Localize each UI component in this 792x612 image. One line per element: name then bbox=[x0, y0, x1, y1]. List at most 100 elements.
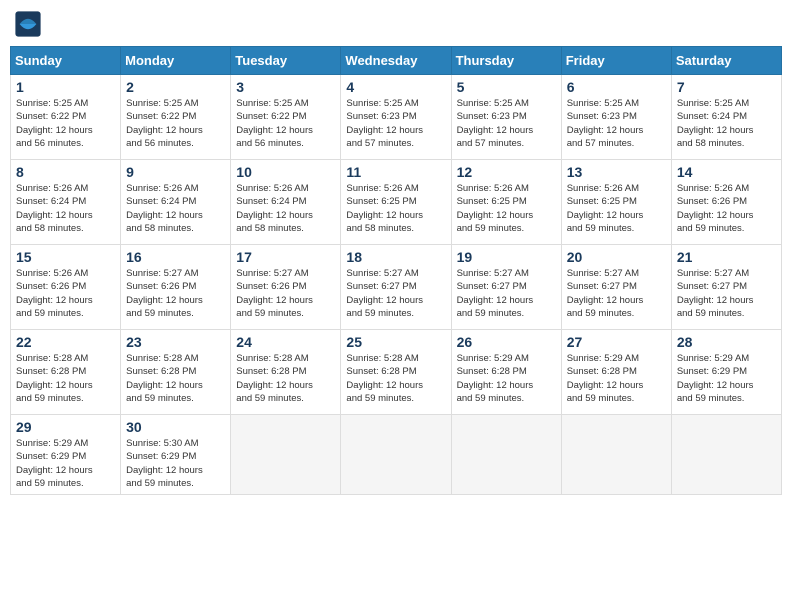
day-number: 27 bbox=[567, 334, 666, 350]
day-info: Sunrise: 5:26 AM Sunset: 6:24 PM Dayligh… bbox=[16, 182, 115, 235]
day-info: Sunrise: 5:29 AM Sunset: 6:28 PM Dayligh… bbox=[567, 352, 666, 405]
day-info: Sunrise: 5:26 AM Sunset: 6:25 PM Dayligh… bbox=[346, 182, 445, 235]
day-info: Sunrise: 5:26 AM Sunset: 6:26 PM Dayligh… bbox=[16, 267, 115, 320]
calendar-cell: 28 Sunrise: 5:29 AM Sunset: 6:29 PM Dayli… bbox=[671, 330, 781, 415]
calendar-cell: 2Sunrise: 5:25 AM Sunset: 6:22 PM Daylig… bbox=[121, 75, 231, 160]
calendar-cell: 19 Sunrise: 5:27 AM Sunset: 6:27 PM Dayli… bbox=[451, 245, 561, 330]
day-number: 17 bbox=[236, 249, 335, 265]
day-info: Sunrise: 5:28 AM Sunset: 6:28 PM Dayligh… bbox=[236, 352, 335, 405]
calendar-cell bbox=[671, 415, 781, 495]
page-header bbox=[10, 10, 782, 38]
day-number: 30 bbox=[126, 419, 225, 435]
calendar-cell: 16 Sunrise: 5:27 AM Sunset: 6:26 PM Dayli… bbox=[121, 245, 231, 330]
calendar-cell: 20Sunrise: 5:27 AM Sunset: 6:27 PM Dayli… bbox=[561, 245, 671, 330]
day-number: 12 bbox=[457, 164, 556, 180]
day-info: Sunrise: 5:25 AM Sunset: 6:23 PM Dayligh… bbox=[567, 97, 666, 150]
day-number: 15 bbox=[16, 249, 115, 265]
day-number: 23 bbox=[126, 334, 225, 350]
calendar-table: SundayMondayTuesdayWednesdayThursdayFrid… bbox=[10, 46, 782, 495]
calendar-cell: 17 Sunrise: 5:27 AM Sunset: 6:26 PM Dayli… bbox=[231, 245, 341, 330]
calendar-cell: 5 Sunrise: 5:25 AM Sunset: 6:23 PM Daylig… bbox=[451, 75, 561, 160]
calendar-cell: 11 Sunrise: 5:26 AM Sunset: 6:25 PM Dayli… bbox=[341, 160, 451, 245]
day-number: 10 bbox=[236, 164, 335, 180]
calendar-week-5: 29 Sunrise: 5:29 AM Sunset: 6:29 PM Dayli… bbox=[11, 415, 782, 495]
calendar-cell: 29 Sunrise: 5:29 AM Sunset: 6:29 PM Dayli… bbox=[11, 415, 121, 495]
logo-icon bbox=[14, 10, 42, 38]
calendar-cell: 24 Sunrise: 5:28 AM Sunset: 6:28 PM Dayli… bbox=[231, 330, 341, 415]
day-number: 29 bbox=[16, 419, 115, 435]
day-info: Sunrise: 5:28 AM Sunset: 6:28 PM Dayligh… bbox=[16, 352, 115, 405]
calendar-cell: 27 Sunrise: 5:29 AM Sunset: 6:28 PM Dayli… bbox=[561, 330, 671, 415]
calendar-cell: 30 Sunrise: 5:30 AM Sunset: 6:29 PM Dayli… bbox=[121, 415, 231, 495]
day-info: Sunrise: 5:29 AM Sunset: 6:29 PM Dayligh… bbox=[16, 437, 115, 490]
day-info: Sunrise: 5:28 AM Sunset: 6:28 PM Dayligh… bbox=[346, 352, 445, 405]
calendar-cell bbox=[341, 415, 451, 495]
day-info: Sunrise: 5:27 AM Sunset: 6:27 PM Dayligh… bbox=[677, 267, 776, 320]
calendar-week-4: 22 Sunrise: 5:28 AM Sunset: 6:28 PM Dayli… bbox=[11, 330, 782, 415]
day-info: Sunrise: 5:27 AM Sunset: 6:27 PM Dayligh… bbox=[346, 267, 445, 320]
day-number: 9 bbox=[126, 164, 225, 180]
day-info: Sunrise: 5:26 AM Sunset: 6:26 PM Dayligh… bbox=[677, 182, 776, 235]
calendar-cell: 1 Sunrise: 5:25 AM Sunset: 6:22 PM Daylig… bbox=[11, 75, 121, 160]
day-info: Sunrise: 5:26 AM Sunset: 6:25 PM Dayligh… bbox=[457, 182, 556, 235]
calendar-week-1: 1 Sunrise: 5:25 AM Sunset: 6:22 PM Daylig… bbox=[11, 75, 782, 160]
weekday-header-monday: Monday bbox=[121, 47, 231, 75]
calendar-cell: 15 Sunrise: 5:26 AM Sunset: 6:26 PM Dayli… bbox=[11, 245, 121, 330]
calendar-cell: 6 Sunrise: 5:25 AM Sunset: 6:23 PM Daylig… bbox=[561, 75, 671, 160]
day-info: Sunrise: 5:25 AM Sunset: 6:23 PM Dayligh… bbox=[457, 97, 556, 150]
day-info: Sunrise: 5:30 AM Sunset: 6:29 PM Dayligh… bbox=[126, 437, 225, 490]
day-number: 14 bbox=[677, 164, 776, 180]
calendar-cell: 14 Sunrise: 5:26 AM Sunset: 6:26 PM Dayli… bbox=[671, 160, 781, 245]
calendar-cell: 23 Sunrise: 5:28 AM Sunset: 6:28 PM Dayli… bbox=[121, 330, 231, 415]
weekday-header-row: SundayMondayTuesdayWednesdayThursdayFrid… bbox=[11, 47, 782, 75]
day-info: Sunrise: 5:27 AM Sunset: 6:27 PM Dayligh… bbox=[457, 267, 556, 320]
day-info: Sunrise: 5:26 AM Sunset: 6:24 PM Dayligh… bbox=[126, 182, 225, 235]
weekday-header-sunday: Sunday bbox=[11, 47, 121, 75]
calendar-week-3: 15 Sunrise: 5:26 AM Sunset: 6:26 PM Dayli… bbox=[11, 245, 782, 330]
day-info: Sunrise: 5:27 AM Sunset: 6:26 PM Dayligh… bbox=[236, 267, 335, 320]
day-number: 6 bbox=[567, 79, 666, 95]
calendar-cell: 18 Sunrise: 5:27 AM Sunset: 6:27 PM Dayli… bbox=[341, 245, 451, 330]
day-info: Sunrise: 5:25 AM Sunset: 6:23 PM Dayligh… bbox=[346, 97, 445, 150]
calendar-cell: 3 Sunrise: 5:25 AM Sunset: 6:22 PM Daylig… bbox=[231, 75, 341, 160]
calendar-cell: 21Sunrise: 5:27 AM Sunset: 6:27 PM Dayli… bbox=[671, 245, 781, 330]
calendar-cell: 26 Sunrise: 5:29 AM Sunset: 6:28 PM Dayli… bbox=[451, 330, 561, 415]
day-info: Sunrise: 5:25 AM Sunset: 6:22 PM Dayligh… bbox=[126, 97, 225, 150]
day-info: Sunrise: 5:25 AM Sunset: 6:24 PM Dayligh… bbox=[677, 97, 776, 150]
day-number: 24 bbox=[236, 334, 335, 350]
day-info: Sunrise: 5:25 AM Sunset: 6:22 PM Dayligh… bbox=[16, 97, 115, 150]
day-number: 5 bbox=[457, 79, 556, 95]
day-info: Sunrise: 5:29 AM Sunset: 6:29 PM Dayligh… bbox=[677, 352, 776, 405]
day-number: 3 bbox=[236, 79, 335, 95]
day-info: Sunrise: 5:26 AM Sunset: 6:25 PM Dayligh… bbox=[567, 182, 666, 235]
day-number: 28 bbox=[677, 334, 776, 350]
day-number: 19 bbox=[457, 249, 556, 265]
day-number: 22 bbox=[16, 334, 115, 350]
day-number: 20 bbox=[567, 249, 666, 265]
calendar-week-2: 8 Sunrise: 5:26 AM Sunset: 6:24 PM Daylig… bbox=[11, 160, 782, 245]
day-number: 11 bbox=[346, 164, 445, 180]
weekday-header-wednesday: Wednesday bbox=[341, 47, 451, 75]
day-info: Sunrise: 5:29 AM Sunset: 6:28 PM Dayligh… bbox=[457, 352, 556, 405]
calendar-cell: 13Sunrise: 5:26 AM Sunset: 6:25 PM Dayli… bbox=[561, 160, 671, 245]
weekday-header-friday: Friday bbox=[561, 47, 671, 75]
calendar-cell: 25 Sunrise: 5:28 AM Sunset: 6:28 PM Dayli… bbox=[341, 330, 451, 415]
day-number: 1 bbox=[16, 79, 115, 95]
day-info: Sunrise: 5:27 AM Sunset: 6:26 PM Dayligh… bbox=[126, 267, 225, 320]
calendar-cell: 12 Sunrise: 5:26 AM Sunset: 6:25 PM Dayli… bbox=[451, 160, 561, 245]
day-number: 8 bbox=[16, 164, 115, 180]
day-number: 18 bbox=[346, 249, 445, 265]
day-number: 26 bbox=[457, 334, 556, 350]
logo bbox=[14, 10, 46, 38]
calendar-cell bbox=[561, 415, 671, 495]
day-number: 4 bbox=[346, 79, 445, 95]
day-info: Sunrise: 5:28 AM Sunset: 6:28 PM Dayligh… bbox=[126, 352, 225, 405]
calendar-cell: 10Sunrise: 5:26 AM Sunset: 6:24 PM Dayli… bbox=[231, 160, 341, 245]
calendar-cell bbox=[231, 415, 341, 495]
day-number: 7 bbox=[677, 79, 776, 95]
day-number: 25 bbox=[346, 334, 445, 350]
calendar-cell: 8 Sunrise: 5:26 AM Sunset: 6:24 PM Daylig… bbox=[11, 160, 121, 245]
day-number: 16 bbox=[126, 249, 225, 265]
day-info: Sunrise: 5:25 AM Sunset: 6:22 PM Dayligh… bbox=[236, 97, 335, 150]
calendar-cell: 7 Sunrise: 5:25 AM Sunset: 6:24 PM Daylig… bbox=[671, 75, 781, 160]
